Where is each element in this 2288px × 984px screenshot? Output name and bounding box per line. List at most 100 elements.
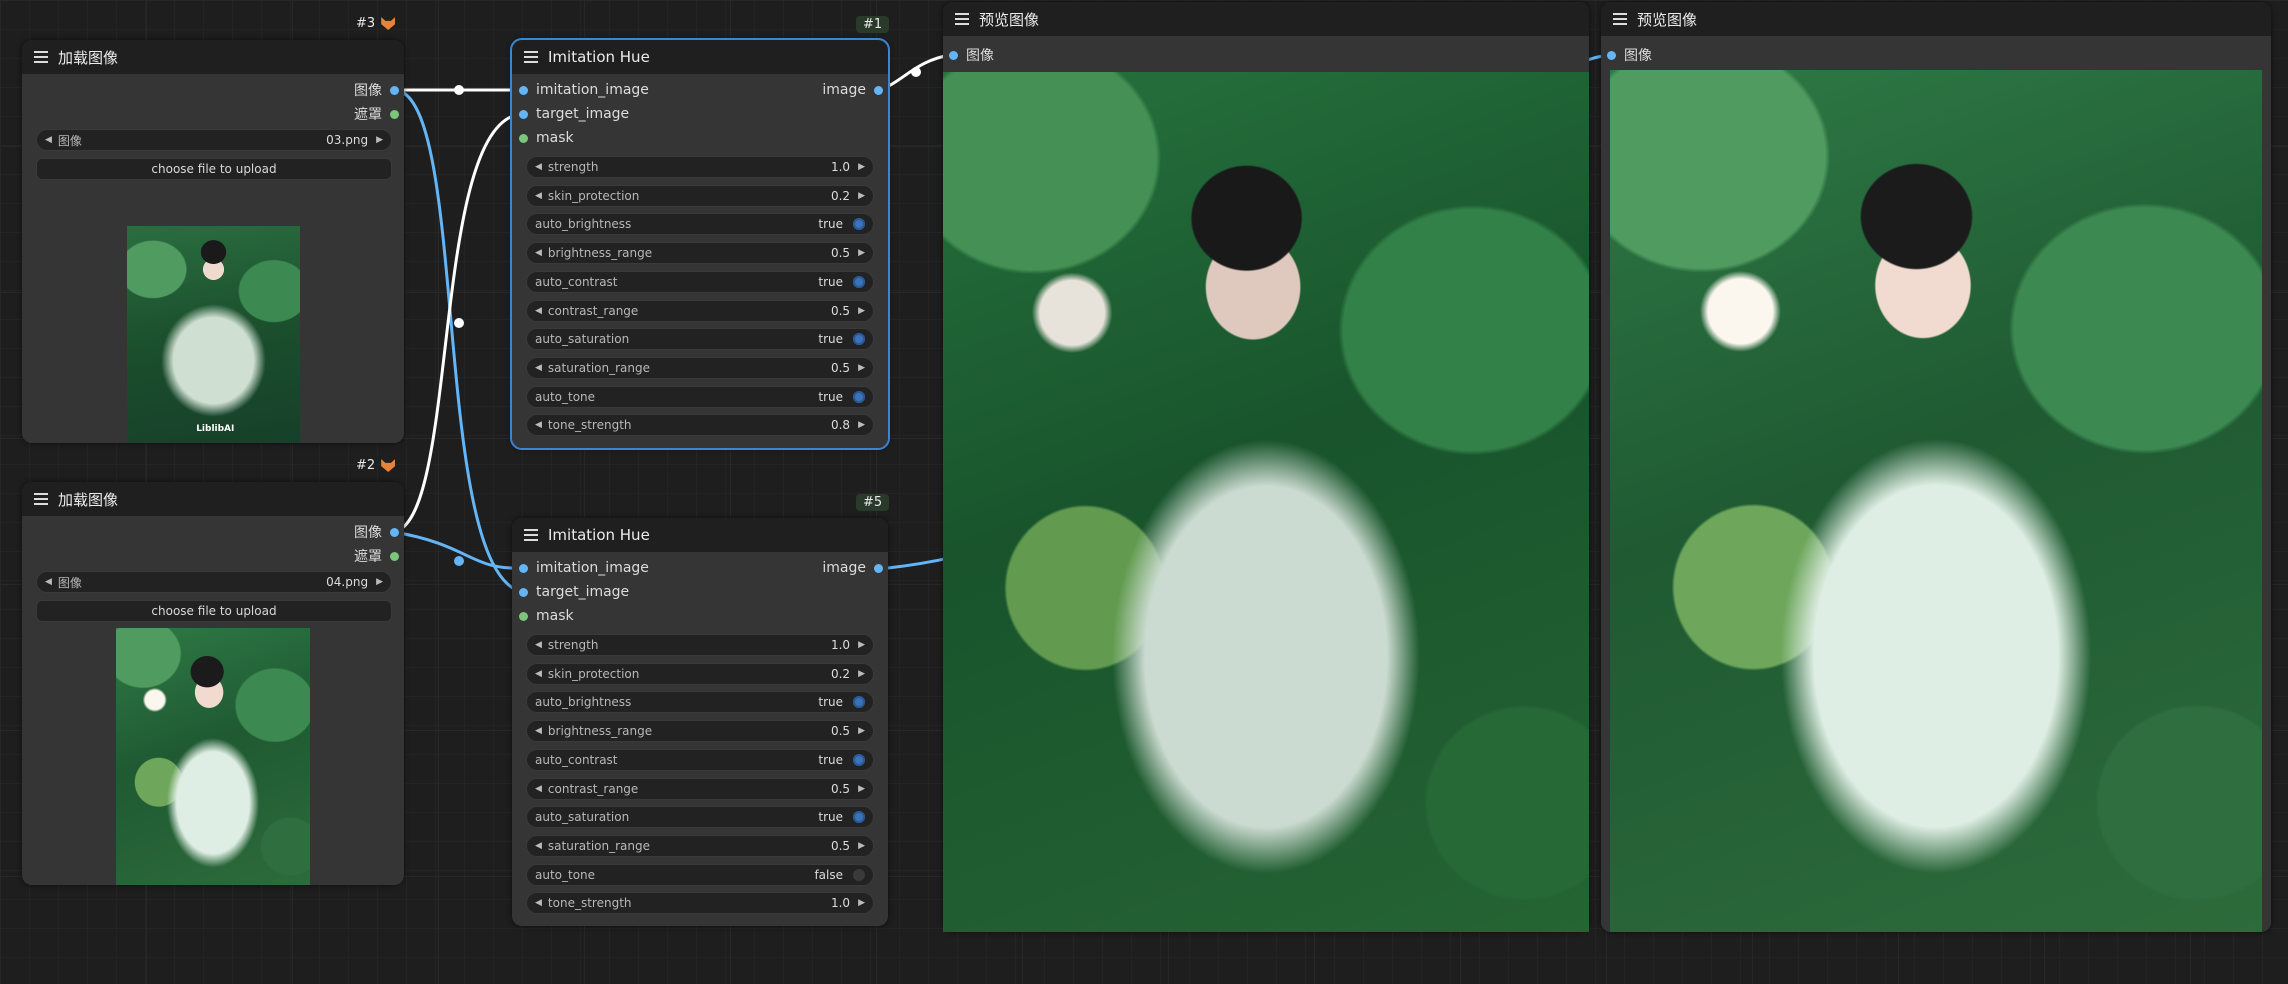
output-slot-image[interactable]: image	[763, 79, 883, 101]
file-select-widget[interactable]: ◀ 图像 03.png ▶	[36, 129, 392, 151]
arrow-right-icon[interactable]: ▶	[858, 841, 865, 851]
toggle-indicator[interactable]	[853, 696, 865, 709]
input-slot-mask[interactable]: mask	[519, 127, 574, 149]
slot-dot[interactable]	[874, 85, 883, 95]
toggle-indicator[interactable]	[853, 811, 865, 824]
arrow-left-icon[interactable]: ◀	[535, 841, 542, 851]
slot-dot[interactable]	[519, 587, 528, 597]
arrow-left-icon[interactable]: ◀	[535, 726, 542, 736]
widget-auto-contrast[interactable]: auto_contrast true	[526, 270, 874, 293]
input-slot-image[interactable]: 图像	[949, 44, 994, 66]
node-header[interactable]: Imitation Hue	[512, 518, 888, 552]
arrow-right-icon[interactable]: ▶	[858, 162, 865, 172]
preview-image-node-2[interactable]: 预览图像 图像	[1601, 2, 2271, 932]
slot-dot[interactable]	[949, 50, 958, 60]
widget-auto-brightness[interactable]: auto_brightness true	[526, 213, 874, 236]
arrow-left-icon[interactable]: ◀	[535, 306, 542, 316]
load-image-node-3[interactable]: 加载图像 图像 遮罩 ◀ 图像 03.png ▶ choose file to …	[22, 40, 404, 443]
widget-brightness-range[interactable]: ◀ brightness_range 0.5 ▶	[526, 242, 874, 265]
preview-image-node-1[interactable]: 预览图像 图像	[943, 2, 1589, 932]
input-slot-target-image[interactable]: target_image	[519, 581, 629, 603]
node-header[interactable]: 加载图像	[22, 40, 404, 74]
widget-saturation-range[interactable]: ◀ saturation_range 0.5 ▶	[526, 356, 874, 379]
upload-button[interactable]: choose file to upload	[36, 600, 392, 622]
load-image-node-2[interactable]: 加载图像 图像 遮罩 ◀ 图像 04.png ▶ choose file to …	[22, 482, 404, 885]
toggle-indicator[interactable]	[853, 275, 865, 288]
arrow-right-icon[interactable]: ▶	[858, 784, 865, 794]
arrow-right-icon[interactable]: ▶	[376, 577, 383, 587]
toggle-indicator[interactable]	[853, 868, 865, 881]
imitation-hue-node-5[interactable]: Imitation Hue imitation_image target_ima…	[512, 518, 888, 926]
arrow-right-icon[interactable]: ▶	[858, 420, 865, 430]
widget-contrast-range[interactable]: ◀ contrast_range 0.5 ▶	[526, 777, 874, 800]
slot-dot[interactable]	[390, 551, 399, 561]
arrow-right-icon[interactable]: ▶	[858, 640, 865, 650]
slot-dot[interactable]	[390, 109, 399, 119]
widget-auto-saturation[interactable]: auto_saturation true	[526, 328, 874, 351]
menu-icon[interactable]	[524, 51, 538, 63]
menu-icon[interactable]	[34, 51, 48, 63]
widget-auto-brightness[interactable]: auto_brightness true	[526, 691, 874, 714]
node-header[interactable]: 加载图像	[22, 482, 404, 516]
arrow-right-icon[interactable]: ▶	[858, 726, 865, 736]
slot-dot[interactable]	[519, 109, 528, 119]
arrow-left-icon[interactable]: ◀	[535, 640, 542, 650]
arrow-left-icon[interactable]: ◀	[45, 135, 52, 145]
widget-strength[interactable]: ◀ strength 1.0 ▶	[526, 156, 874, 178]
widget-auto-tone[interactable]: auto_tone true	[526, 385, 874, 408]
widget-auto-saturation[interactable]: auto_saturation true	[526, 806, 874, 829]
arrow-right-icon[interactable]: ▶	[858, 306, 865, 316]
widget-tone-strength[interactable]: ◀ tone_strength 1.0 ▶	[526, 892, 874, 915]
toggle-indicator[interactable]	[853, 753, 865, 766]
input-slot-imitation-image[interactable]: imitation_image	[519, 79, 649, 101]
arrow-right-icon[interactable]: ▶	[858, 669, 865, 679]
upload-button[interactable]: choose file to upload	[36, 158, 392, 180]
arrow-left-icon[interactable]: ◀	[535, 420, 542, 430]
imitation-hue-node-1[interactable]: Imitation Hue imitation_image target_ima…	[510, 38, 890, 450]
output-slot-image[interactable]: image	[763, 557, 883, 579]
widget-auto-tone[interactable]: auto_tone false	[526, 863, 874, 886]
arrow-right-icon[interactable]: ▶	[858, 248, 865, 258]
arrow-left-icon[interactable]: ◀	[535, 191, 542, 201]
node-header[interactable]: Imitation Hue	[512, 40, 888, 74]
output-slot-mask[interactable]: 遮罩	[249, 103, 399, 125]
widget-skin-protection[interactable]: ◀ skin_protection 0.2 ▶	[526, 662, 874, 685]
arrow-left-icon[interactable]: ◀	[535, 363, 542, 373]
arrow-right-icon[interactable]: ▶	[858, 191, 865, 201]
widget-tone-strength[interactable]: ◀ tone_strength 0.8 ▶	[526, 414, 874, 437]
arrow-right-icon[interactable]: ▶	[858, 898, 865, 908]
input-slot-target-image[interactable]: target_image	[519, 103, 629, 125]
menu-icon[interactable]	[34, 493, 48, 505]
input-slot-mask[interactable]: mask	[519, 605, 574, 627]
widget-contrast-range[interactable]: ◀ contrast_range 0.5 ▶	[526, 299, 874, 322]
widget-saturation-range[interactable]: ◀ saturation_range 0.5 ▶	[526, 834, 874, 857]
menu-icon[interactable]	[1613, 13, 1627, 25]
slot-dot[interactable]	[519, 611, 528, 621]
menu-icon[interactable]	[524, 529, 538, 541]
node-header[interactable]: 预览图像	[943, 2, 1589, 36]
widget-strength[interactable]: ◀ strength 1.0 ▶	[526, 634, 874, 656]
slot-dot[interactable]	[519, 133, 528, 143]
arrow-left-icon[interactable]: ◀	[535, 248, 542, 258]
widget-skin-protection[interactable]: ◀ skin_protection 0.2 ▶	[526, 184, 874, 207]
output-slot-image[interactable]: 图像	[249, 521, 399, 543]
arrow-right-icon[interactable]: ▶	[858, 363, 865, 373]
output-slot-image[interactable]: 图像	[249, 79, 399, 101]
arrow-left-icon[interactable]: ◀	[535, 669, 542, 679]
toggle-indicator[interactable]	[853, 333, 865, 346]
arrow-left-icon[interactable]: ◀	[45, 577, 52, 587]
arrow-left-icon[interactable]: ◀	[535, 162, 542, 172]
widget-auto-contrast[interactable]: auto_contrast true	[526, 748, 874, 771]
slot-dot[interactable]	[519, 85, 528, 95]
slot-dot[interactable]	[390, 527, 399, 537]
menu-icon[interactable]	[955, 13, 969, 25]
slot-dot[interactable]	[390, 85, 399, 95]
input-slot-imitation-image[interactable]: imitation_image	[519, 557, 649, 579]
slot-dot[interactable]	[519, 563, 528, 573]
toggle-indicator[interactable]	[853, 218, 865, 231]
node-header[interactable]: 预览图像	[1601, 2, 2271, 36]
output-slot-mask[interactable]: 遮罩	[249, 545, 399, 567]
arrow-left-icon[interactable]: ◀	[535, 784, 542, 794]
toggle-indicator[interactable]	[853, 390, 865, 403]
file-select-widget[interactable]: ◀ 图像 04.png ▶	[36, 571, 392, 593]
